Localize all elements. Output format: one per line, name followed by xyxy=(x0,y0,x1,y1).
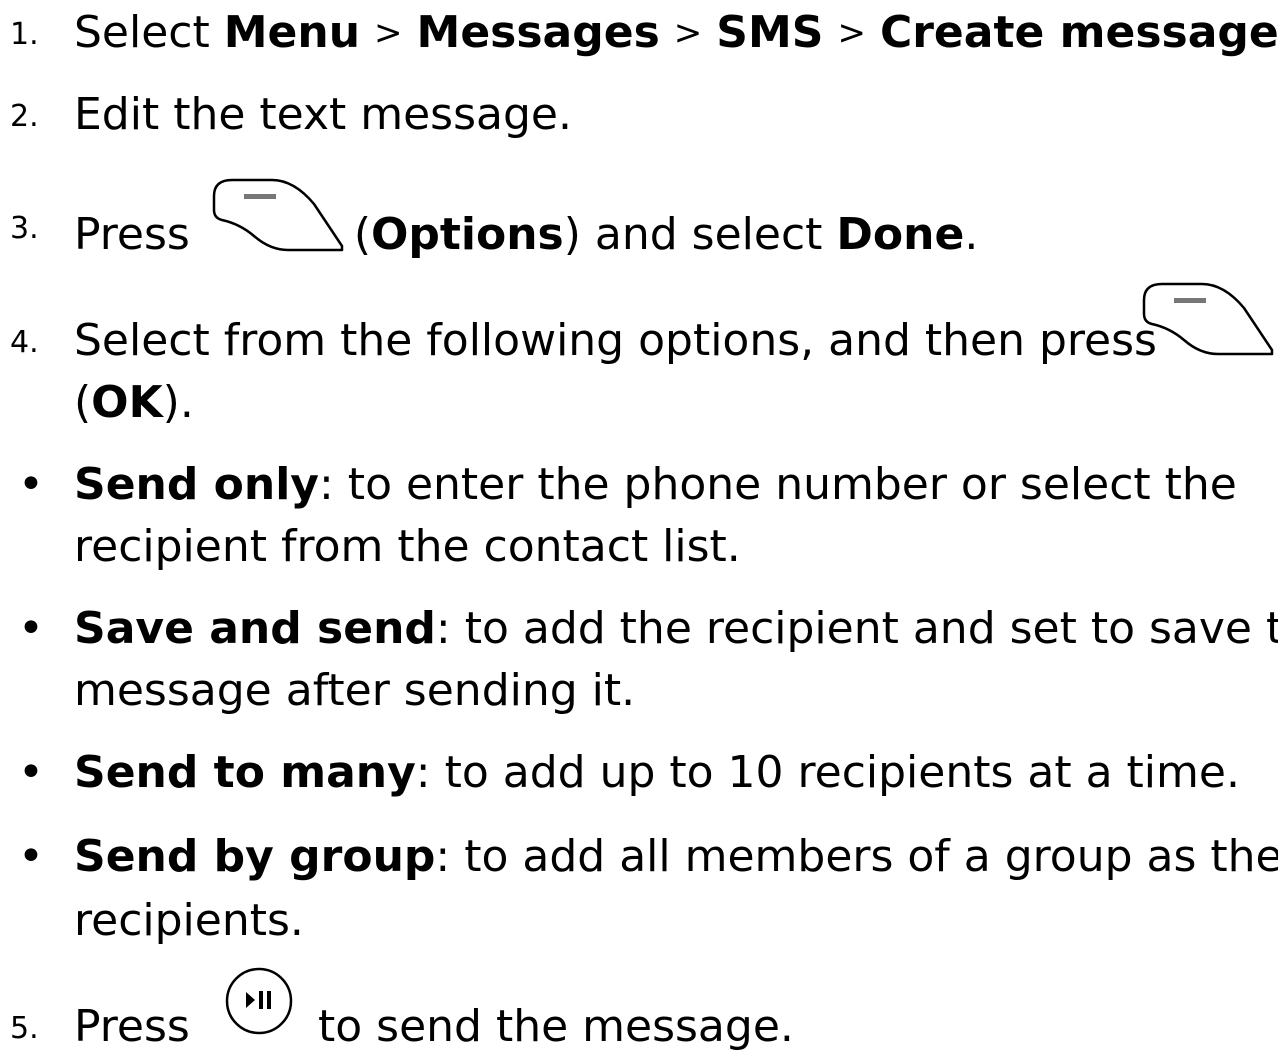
path-separator: > xyxy=(374,13,403,53)
menu-target: Done xyxy=(836,209,965,260)
step-prefix: Press xyxy=(74,1001,190,1052)
step-number: 2. xyxy=(10,99,39,134)
step-prefix: Press xyxy=(74,209,190,260)
bullet: • xyxy=(18,747,44,798)
path-separator: > xyxy=(673,13,703,53)
option-term: Send only xyxy=(74,459,319,510)
step-middle: ) and select xyxy=(563,209,823,260)
option-term: Save and send xyxy=(74,603,436,654)
step-number: 4. xyxy=(10,325,39,360)
step-text: Press (Options) and select Done. xyxy=(74,178,979,276)
option-desc: : to add all members of a group as the xyxy=(435,831,1278,882)
bullet: • xyxy=(18,603,44,654)
step-number: 1. xyxy=(10,17,39,52)
play-pause-key-icon xyxy=(224,966,294,1036)
step-prefix: Select xyxy=(74,7,210,58)
option-text: Save and send: to add the recipient and … xyxy=(74,600,1278,658)
step-text: Select from the following options, and t… xyxy=(74,315,1157,366)
menu-path-item: Messages xyxy=(416,7,660,58)
option-term: Send by group xyxy=(74,831,436,882)
step-number: 5. xyxy=(10,1011,39,1046)
step-text: Select Menu>Messages>SMS>Create message. xyxy=(74,4,1278,65)
step-suffix: ). xyxy=(162,377,194,428)
option-text: Send only: to enter the phone number or … xyxy=(74,456,1237,514)
option-text: Send to many: to add up to 10 recipients… xyxy=(74,744,1240,802)
key-name: Options xyxy=(370,209,564,260)
left-soft-key-icon xyxy=(1140,280,1276,358)
option-desc: recipient from the contact list. xyxy=(74,521,741,572)
step-suffix: to send the message. xyxy=(318,1001,794,1052)
bullet: • xyxy=(18,459,44,510)
option-term: Send to many xyxy=(74,747,416,798)
option-text: Send by group: to add all members of a g… xyxy=(74,828,1278,886)
key-name: OK xyxy=(91,377,163,428)
option-desc: : to add up to 10 recipients at a time. xyxy=(415,747,1240,798)
option-desc: : to add the recipient and set to save t… xyxy=(435,603,1278,654)
option-desc: message after sending it. xyxy=(74,665,636,716)
step-text: Edit the text message. xyxy=(74,89,572,140)
menu-path-item: Menu xyxy=(223,7,361,58)
left-soft-key-icon xyxy=(210,176,346,254)
option-desc: : to enter the phone number or select th… xyxy=(319,459,1237,510)
menu-path-item: SMS xyxy=(716,7,824,58)
paren: ( xyxy=(353,209,371,260)
paren: ( xyxy=(74,377,92,428)
step-number: 3. xyxy=(10,211,39,246)
step-text: Press xyxy=(74,998,190,1056)
step-suffix: . xyxy=(964,209,979,260)
step-text: (OK). xyxy=(74,374,194,432)
bullet: • xyxy=(18,831,44,882)
option-desc: recipients. xyxy=(74,895,304,946)
menu-path-item: Create message xyxy=(879,7,1278,58)
path-separator: > xyxy=(837,13,866,53)
